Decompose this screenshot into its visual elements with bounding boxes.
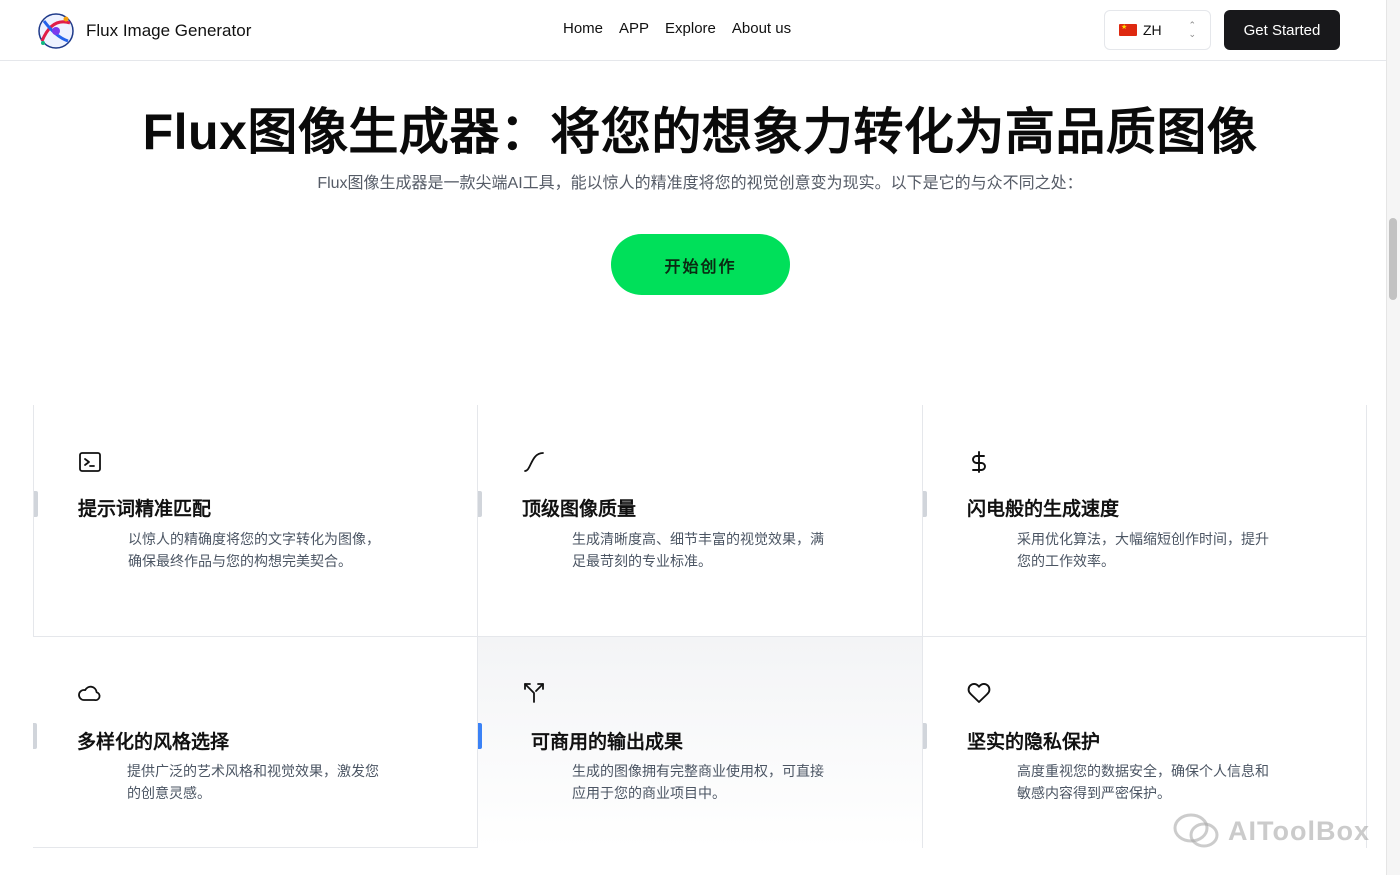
feature-description: 高度重视您的数据安全，确保个人信息和敏感内容得到严密保护。 <box>1017 763 1269 801</box>
heart-icon <box>967 683 991 703</box>
feature-title: 闪电般的生成速度 <box>967 499 1120 520</box>
feature-card-commercial-use[interactable]: 可商用的输出成果 生成的图像拥有完整商业使用权，可直接应用于您的商业项目中。 <box>477 637 922 848</box>
card-marker-active <box>478 723 482 749</box>
start-creating-button[interactable]: 开始创作 <box>611 234 790 295</box>
brand-name: Flux Image Generator <box>86 21 252 40</box>
main-nav: Home APP Explore About us <box>563 20 791 37</box>
hero-subtitle: Flux图像生成器是一款尖端AI工具，能以惊人的精准度将您的视觉创意变为现实。以… <box>317 175 1083 192</box>
chevron-up-down-icon: ⌃ ⌄ <box>1188 20 1196 39</box>
features-grid: 提示词精准匹配 以惊人的精确度将您的文字转化为图像，确保最终作品与您的构想完美契… <box>33 405 1367 848</box>
nav-about-us[interactable]: About us <box>732 20 791 37</box>
nav-home[interactable]: Home <box>563 20 603 37</box>
feature-card-prompt-matching[interactable]: 提示词精准匹配 以惊人的精确度将您的文字转化为图像，确保最终作品与您的构想完美契… <box>33 405 478 637</box>
card-marker <box>33 723 37 749</box>
scrollbar-thumb[interactable] <box>1389 218 1397 300</box>
nav-app[interactable]: APP <box>619 20 649 37</box>
language-value: ZH <box>1143 22 1162 38</box>
feature-title: 提示词精准匹配 <box>78 499 212 520</box>
hero-title: Flux图像生成器：将您的想象力转化为高品质图像 <box>142 104 1258 160</box>
card-marker <box>923 491 927 517</box>
brand[interactable]: Flux Image Generator <box>34 11 251 51</box>
card-marker <box>34 491 38 517</box>
feature-description: 采用优化算法，大幅缩短创作时间，提升您的工作效率。 <box>1017 531 1269 569</box>
feature-card-generation-speed[interactable]: 闪电般的生成速度 采用优化算法，大幅缩短创作时间，提升您的工作效率。 <box>922 405 1367 637</box>
card-marker <box>923 723 927 749</box>
nav-explore[interactable]: Explore <box>665 20 716 37</box>
feature-title: 多样化的风格选择 <box>77 732 230 753</box>
watermark: AIToolBox <box>1172 811 1370 851</box>
card-marker <box>478 491 482 517</box>
feature-card-image-quality[interactable]: 顶级图像质量 生成清晰度高、细节丰富的视觉效果，满足最苛刻的专业标准。 <box>477 405 922 637</box>
feature-description: 提供广泛的艺术风格和视觉效果，激发您的创意灵感。 <box>127 763 379 801</box>
feature-card-style-options[interactable]: 多样化的风格选择 提供广泛的艺术风格和视觉效果，激发您的创意灵感。 <box>33 637 478 848</box>
curve-icon <box>524 452 544 472</box>
feature-description: 以惊人的精确度将您的文字转化为图像，确保最终作品与您的构想完美契合。 <box>128 531 380 569</box>
feature-title: 顶级图像质量 <box>522 499 637 520</box>
terminal-icon <box>79 452 101 472</box>
feature-description: 生成清晰度高、细节丰富的视觉效果，满足最苛刻的专业标准。 <box>572 531 824 569</box>
feature-title: 坚实的隐私保护 <box>967 732 1101 753</box>
split-arrows-icon <box>524 683 544 703</box>
dollar-icon <box>972 451 986 473</box>
feature-description: 生成的图像拥有完整商业使用权，可直接应用于您的商业项目中。 <box>572 763 824 801</box>
china-flag-icon <box>1119 24 1137 36</box>
feature-title: 可商用的输出成果 <box>531 732 684 753</box>
get-started-button[interactable]: Get Started <box>1224 10 1340 50</box>
language-select[interactable]: ZH ⌃⌄ <box>1104 10 1211 50</box>
cloud-icon <box>78 685 101 702</box>
top-navbar: Flux Image Generator Home APP Explore Ab… <box>0 0 1386 61</box>
wechat-icon <box>1173 813 1219 848</box>
watermark-text: AIToolBox <box>1228 815 1370 846</box>
brand-logo-icon <box>38 13 74 49</box>
